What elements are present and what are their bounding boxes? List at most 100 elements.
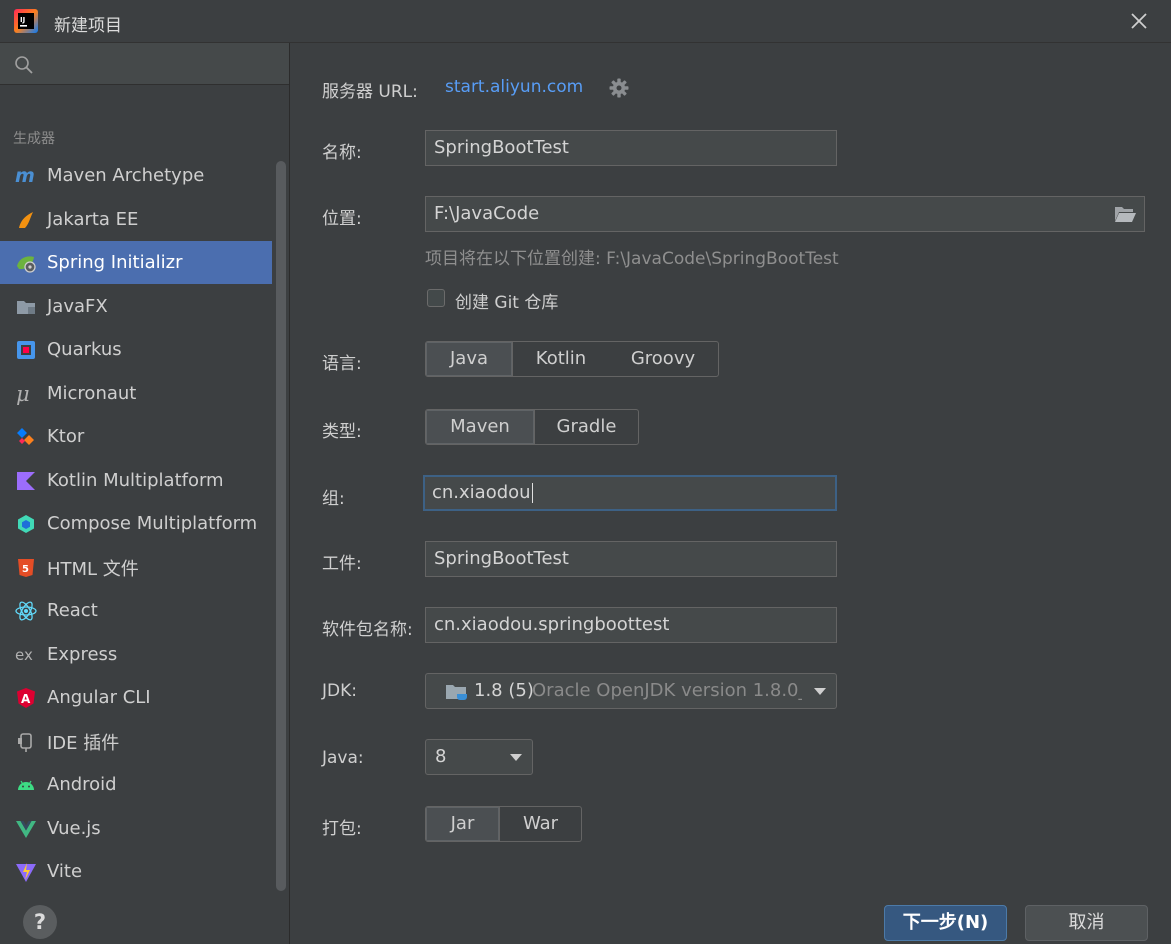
sidebar-item-label: Compose Multiplatform [47,513,258,534]
maven-icon: m [15,165,37,187]
jdk-description: Oracle OpenJDK version 1.8.0_1 [532,680,802,701]
sidebar-scrollbar[interactable] [276,161,286,891]
sidebar-item-label: Quarkus [47,339,122,360]
sidebar-item-ide-plugin[interactable]: IDE 插件 [0,720,272,763]
packaging-selector: Jar War [425,806,582,842]
sidebar-item-label: Micronaut [47,383,137,404]
server-url-link[interactable]: start.aliyun.com [445,77,583,97]
generators-section-label: 生成器 [13,131,55,147]
jakarta-icon [15,209,37,231]
search-input[interactable] [0,43,289,85]
sidebar-item-react[interactable]: React [0,589,272,632]
help-button[interactable]: ? [23,905,57,939]
angular-icon: A [15,687,37,709]
sidebar-item-spring-initializr[interactable]: Spring Initializr [0,241,272,284]
sidebar-item-android[interactable]: Android [0,763,272,806]
sidebar-item-ktor[interactable]: Ktor [0,415,272,458]
server-url-label: 服务器 URL: [322,82,418,102]
folder-open-icon[interactable] [1114,205,1136,223]
next-button[interactable]: 下一步(N) [884,905,1007,941]
sidebar-item-kotlin-multiplatform[interactable]: Kotlin Multiplatform [0,459,272,502]
sidebar-item-label: Maven Archetype [47,165,205,186]
svg-text:5: 5 [22,564,29,575]
packaging-option-war[interactable]: War [500,807,581,841]
location-label: 位置: [322,209,362,229]
location-field[interactable]: F:\JavaCode [425,196,1145,232]
location-hint: 项目将在以下位置创建: F:\JavaCode\SpringBootTest [425,249,839,269]
group-label: 组: [322,489,345,509]
language-option-groovy[interactable]: Groovy [609,342,717,376]
sidebar-item-vuejs[interactable]: Vue.js [0,807,272,850]
gear-icon[interactable] [608,77,630,99]
type-option-gradle[interactable]: Gradle [535,410,638,444]
artifact-field[interactable]: SpringBootTest [425,541,837,577]
sidebar-item-angular-cli[interactable]: A Angular CLI [0,676,272,719]
sidebar-item-micronaut[interactable]: μ Micronaut [0,372,272,415]
sidebar-item-vite[interactable]: Vite [0,850,272,893]
cancel-button[interactable]: 取消 [1025,905,1148,941]
sidebar-item-express[interactable]: ex Express [0,633,272,676]
build-type-selector: Maven Gradle [425,409,639,445]
window-title: 新建项目 [54,16,122,36]
svg-text:ex: ex [15,646,33,664]
packaging-label: 打包: [322,819,362,839]
android-icon [15,774,37,796]
name-label: 名称: [322,143,362,163]
intellij-logo-icon: IJ [14,9,38,33]
language-option-java[interactable]: Java [426,342,512,376]
package-name-field[interactable]: cn.xiaodou.springboottest [425,607,837,643]
quarkus-icon [15,339,37,361]
micronaut-icon: μ [15,383,37,405]
sidebar-item-jakarta-ee[interactable]: Jakarta EE [0,198,272,241]
close-icon[interactable] [1126,8,1152,34]
java-version-dropdown[interactable]: 8 [425,739,533,775]
language-option-kotlin[interactable]: Kotlin [513,342,609,376]
sidebar-item-compose-multiplatform[interactable]: Compose Multiplatform [0,502,272,545]
java-version-value: 8 [435,746,447,767]
create-git-repo-checkbox[interactable] [427,289,445,307]
sidebar-item-quarkus[interactable]: Quarkus [0,328,272,371]
jdk-dropdown[interactable]: 1.8 (5) Oracle OpenJDK version 1.8.0_1 [425,673,837,709]
artifact-label: 工件: [322,554,362,574]
language-label: 语言: [322,354,362,374]
sidebar-item-maven-archetype[interactable]: m Maven Archetype [0,154,272,197]
jdk-version: 1.8 (5) [474,680,534,701]
sidebar-item-label: HTML 文件 [47,558,139,580]
sidebar-item-label: Android [47,774,117,795]
compose-icon [15,513,37,535]
sidebar-item-javafx[interactable]: JavaFX [0,285,272,328]
sidebar-item-label: React [47,600,98,621]
project-settings-form: 服务器 URL: start.aliyun.com 名称: SpringBoot… [290,43,1171,944]
svg-text:A: A [21,692,31,706]
express-icon: ex [15,644,37,666]
language-selector: Java Kotlin Groovy [425,341,719,377]
type-label: 类型: [322,422,362,442]
ktor-icon [15,426,37,448]
search-icon [15,56,33,74]
java-version-label: Java: [322,748,364,768]
type-option-maven[interactable]: Maven [426,410,534,444]
javafx-icon [15,296,37,318]
jdk-label: JDK: [322,681,357,701]
kotlin-icon [15,470,37,492]
location-value: F:\JavaCode [434,203,540,224]
sidebar-item-label: Ktor [47,426,85,447]
group-field[interactable]: cn.xiaodou [423,475,837,511]
title-bar: IJ 新建项目 [0,0,1171,43]
text-caret [531,483,533,503]
html5-icon: 5 [15,557,37,579]
package-name-label: 软件包名称: [322,620,413,640]
svg-text:IJ: IJ [20,16,25,24]
name-field[interactable]: SpringBootTest [425,130,837,166]
vite-icon [15,861,37,883]
jdk-folder-icon [446,685,467,700]
vue-icon [15,818,37,840]
sidebar-item-label: Spring Initializr [47,252,183,273]
packaging-option-jar[interactable]: Jar [426,807,499,841]
sidebar-item-label: JavaFX [47,296,108,317]
chevron-down-icon [510,754,522,761]
chevron-down-icon [814,688,826,695]
create-git-repo-label: 创建 Git 仓库 [455,293,559,313]
sidebar-item-label: Vue.js [47,818,101,839]
sidebar-item-html-file[interactable]: 5 HTML 文件 [0,546,272,589]
